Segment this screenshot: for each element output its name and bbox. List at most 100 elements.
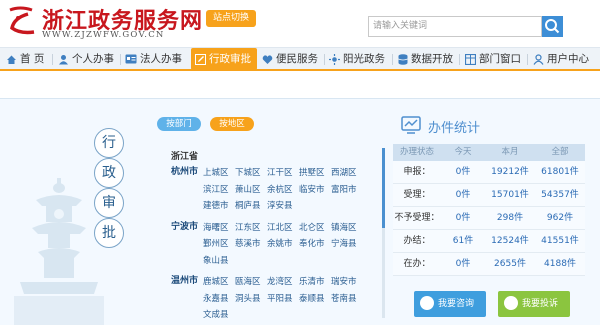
district-link[interactable]: 淳安县 (267, 198, 299, 215)
nav-item-label: 便民服务 (276, 53, 318, 65)
window-icon (465, 53, 476, 65)
nav-item-personal[interactable]: 个人办事 (58, 48, 114, 70)
search-button[interactable] (542, 16, 563, 37)
title-char: 行 (94, 128, 124, 158)
nav-item-label: 法人办事 (140, 53, 182, 65)
district-link[interactable]: 慈溪市 (235, 236, 267, 253)
search-input[interactable]: 请输入关键词 (368, 16, 542, 37)
logo-icon (9, 6, 35, 35)
district-link[interactable]: 洞头县 (235, 291, 267, 308)
heart-icon (262, 54, 273, 64)
complain-button[interactable]: 我要投诉 (498, 291, 570, 317)
district-link[interactable]: 临安市 (299, 182, 331, 199)
stats-cell-today[interactable]: 0件 (441, 161, 485, 183)
district-link[interactable]: 桐庐县 (235, 198, 267, 215)
district-link[interactable]: 象山县 (203, 253, 235, 270)
stats-cell-all[interactable]: 41551件 (535, 230, 585, 252)
district-link[interactable]: 海曙区 (203, 220, 235, 237)
stats-cell-today[interactable]: 61件 (441, 230, 485, 252)
district-link[interactable]: 萧山区 (235, 182, 267, 199)
district-link[interactable]: 瑞安市 (331, 274, 363, 291)
region-list-scrollbar[interactable] (382, 148, 385, 318)
nav-divider (120, 54, 121, 65)
nav-item-corporate[interactable]: 法人办事 (125, 48, 182, 70)
city-name[interactable]: 宁波市 (171, 220, 198, 235)
city-name[interactable]: 杭州市 (171, 165, 198, 180)
site-domain: WWW.ZJZWFW.GOV.CN (42, 30, 165, 40)
district-link[interactable]: 龙湾区 (267, 274, 299, 291)
district-link[interactable]: 乐清市 (299, 274, 331, 291)
stats-cell-all[interactable]: 4188件 (535, 253, 585, 275)
district-link[interactable]: 余杭区 (267, 182, 299, 199)
district-link[interactable]: 北仑区 (299, 220, 331, 237)
consult-button[interactable]: 我要咨询 (414, 291, 486, 317)
district-link[interactable]: 拱墅区 (299, 165, 331, 182)
nav-divider (392, 54, 393, 65)
district-link[interactable]: 下城区 (235, 165, 267, 182)
district-link[interactable]: 西湖区 (331, 165, 363, 182)
district-link[interactable]: 江北区 (267, 220, 299, 237)
nav-item-label: 行政审批 (209, 53, 251, 65)
district-link[interactable]: 滨江区 (203, 182, 235, 199)
region-list: 浙江省 杭州市 上城区 下城区 江干区 拱墅区 西湖区 滨江区 萧山区 余杭区 … (171, 150, 371, 320)
nav-item-open-data[interactable]: 数据开放 (398, 48, 453, 70)
district-link[interactable]: 上城区 (203, 165, 235, 182)
district-link[interactable]: 奉化市 (299, 236, 331, 253)
nav-divider (527, 54, 528, 65)
district-link[interactable]: 宁海县 (331, 236, 363, 253)
district-link[interactable]: 平阳县 (267, 291, 299, 308)
nav-item-sunshine[interactable]: 阳光政务 (329, 48, 385, 70)
district-link[interactable]: 镇海区 (331, 220, 363, 237)
nav-item-admin-approval[interactable]: 行政审批 (191, 48, 257, 70)
district-link[interactable]: 建德市 (203, 198, 235, 215)
title-char: 批 (94, 218, 124, 248)
chat-icon (420, 295, 434, 310)
stats-cell-all[interactable]: 54357件 (535, 184, 585, 206)
stats-cell-all[interactable]: 962件 (535, 207, 585, 229)
consult-button-label: 我要咨询 (438, 299, 475, 309)
stats-row: 在办： 0件 2655件 4188件 (393, 253, 585, 276)
stats-row-label: 不予受理： (394, 213, 440, 223)
nav-item-user-center[interactable]: 用户中心 (533, 48, 589, 70)
database-icon (398, 53, 408, 65)
stats-header-cell: 本月 (501, 147, 519, 157)
nav-item-label: 阳光政务 (343, 53, 385, 65)
city-block-hangzhou: 杭州市 上城区 下城区 江干区 拱墅区 西湖区 滨江区 萧山区 余杭区 临安市 … (171, 165, 371, 215)
statistics-icon (401, 116, 421, 134)
stats-cell-month[interactable]: 2655件 (485, 253, 535, 275)
nav-item-home[interactable]: 首 页 (6, 48, 44, 70)
district-link[interactable]: 鹿城区 (203, 274, 235, 291)
stats-row: 受理： 0件 15701件 54357件 (393, 184, 585, 207)
district-link[interactable]: 瓯海区 (235, 274, 267, 291)
nav-item-dept-window[interactable]: 部门窗口 (465, 48, 521, 70)
stats-header-cell: 全部 (551, 147, 569, 157)
nav-divider (324, 54, 325, 65)
tab-by-department[interactable]: 按部门 (157, 117, 201, 131)
district-link[interactable]: 泰顺县 (299, 291, 331, 308)
stats-cell-month[interactable]: 15701件 (485, 184, 535, 206)
stats-cell-today[interactable]: 0件 (441, 184, 485, 206)
district-link[interactable]: 苍南县 (331, 291, 363, 308)
stats-cell-all[interactable]: 61801件 (535, 161, 585, 183)
home-icon (7, 55, 16, 64)
city-name[interactable]: 温州市 (171, 274, 198, 289)
district-link[interactable]: 江干区 (267, 165, 299, 182)
site-switch-button[interactable]: 站点切换 (206, 10, 256, 27)
scrollbar-thumb[interactable] (382, 148, 385, 228)
district-link[interactable]: 文成县 (203, 307, 235, 320)
person-icon (59, 54, 68, 64)
stats-row-label: 受理： (403, 190, 431, 200)
nav-item-label: 部门窗口 (479, 53, 521, 65)
stats-cell-month[interactable]: 12524件 (485, 230, 535, 252)
tab-by-region[interactable]: 按地区 (210, 117, 254, 131)
district-link[interactable]: 永嘉县 (203, 291, 235, 308)
district-link[interactable]: 余姚市 (267, 236, 299, 253)
district-link[interactable]: 江东区 (235, 220, 267, 237)
district-link[interactable]: 鄞州区 (203, 236, 235, 253)
stats-cell-month[interactable]: 298件 (485, 207, 535, 229)
stats-cell-today[interactable]: 0件 (441, 207, 485, 229)
nav-item-convenience[interactable]: 便民服务 (262, 48, 318, 70)
district-link[interactable]: 富阳市 (331, 182, 363, 199)
stats-cell-today[interactable]: 0件 (441, 253, 485, 275)
stats-cell-month[interactable]: 19212件 (485, 161, 535, 183)
